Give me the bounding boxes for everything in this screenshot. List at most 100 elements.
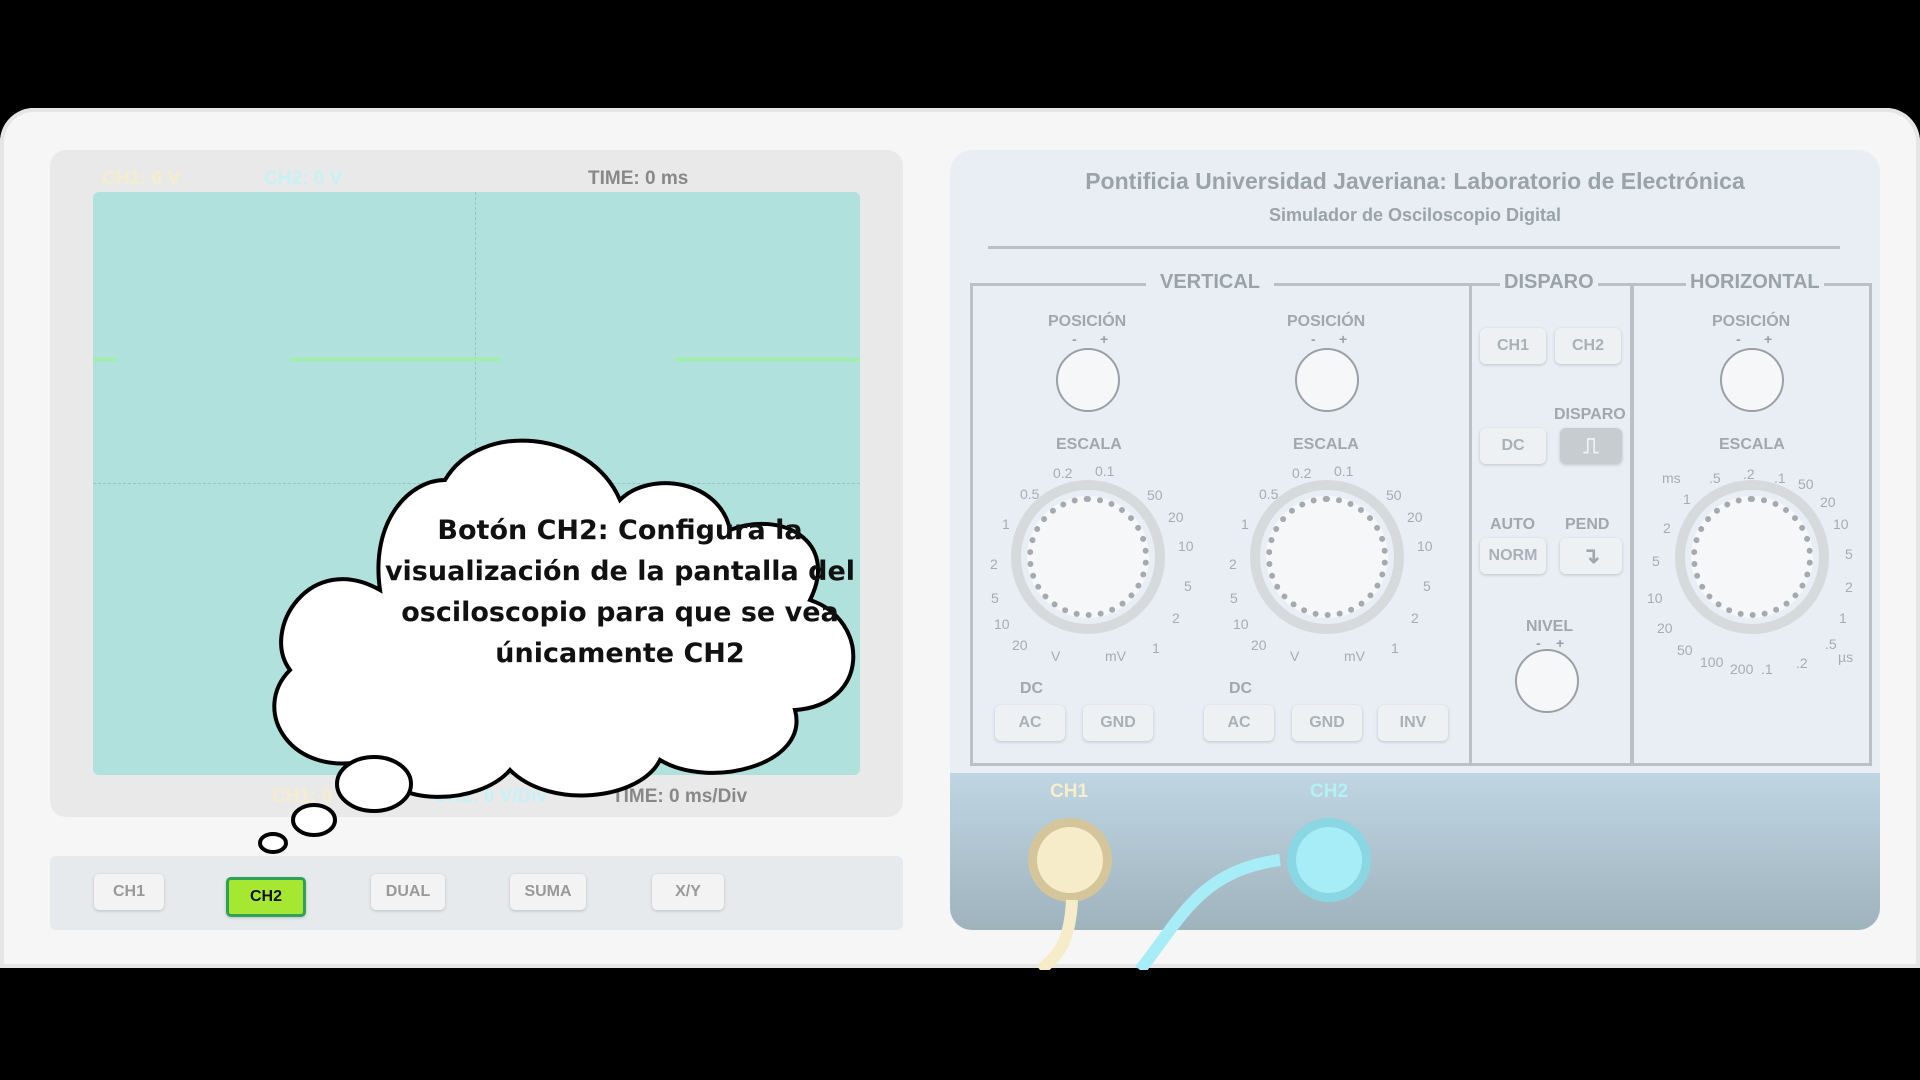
ch2-trace-segment [93,358,118,361]
ch2-scale-tick: 20 [1407,509,1423,525]
time-scale-tick: .2 [1796,655,1808,671]
time-scale-tick: 100 [1700,654,1724,670]
time-scale-tick: 1 [1839,610,1847,626]
time-scale-tick: .5 [1825,636,1837,652]
ch2-position-label: POSICIÓN [1287,313,1366,330]
time-scale-tick: .5 [1709,470,1721,486]
ch2-scale-tick: 20 [1251,637,1267,653]
ch2-volt-unit: V [1290,648,1300,664]
ch1-scale-tick: 0.2 [1053,465,1073,481]
ch2-gnd-button[interactable]: GND [1292,705,1362,741]
time-scale-tick: 50 [1798,476,1814,492]
ch2-scale-tick: 5 [1423,578,1431,594]
ch1-connector-label: CH1 [1050,781,1089,802]
ch1-position-knob[interactable] [1056,348,1120,412]
time-readout: TIME: 0 ms [588,168,689,189]
xy-mode-button[interactable]: X/Y [652,874,724,910]
rising-edge-icon[interactable]: ⎍ [1560,428,1622,464]
horizontal-position-knob[interactable] [1720,348,1784,412]
nivel-label: NIVEL [1526,618,1574,635]
ch2-probe-cable [1135,854,1281,970]
time-scale-tick: 2 [1663,520,1671,536]
millisecond-unit: ms [1662,470,1681,486]
title-divider [988,246,1840,249]
ch1-scale-knob[interactable] [1027,496,1149,618]
plus-sign: + [1764,331,1773,347]
ch1-scale-tick: 1 [1002,516,1010,532]
panel-subtitle: Simulador de Osciloscopio Digital [1268,205,1562,225]
plus-sign: + [1339,331,1348,347]
falling-edge-icon[interactable]: ↴ [1560,538,1622,574]
trigger-dc-button[interactable]: DC [1480,428,1546,464]
ch2-scale-tick: 10 [1417,538,1433,554]
ch2-voltage-readout: CH2: 0 V [264,168,343,189]
time-scale-tick: 20 [1820,494,1836,510]
display-mode-bar [50,856,903,930]
ch1-voltage-readout: CH1: 0 V [102,168,181,189]
ch2-scale-tick: 5 [1230,590,1238,606]
ch1-scale-tick: 20 [1012,637,1028,653]
trigger-ch1-button[interactable]: CH1 [1480,328,1546,364]
ch1-scale-tick: 0.1 [1095,463,1115,479]
ch1-scale-tick: 20 [1168,509,1184,525]
time-scale-tick: 1 [1683,491,1691,507]
trigger-ch2-button[interactable]: CH2 [1555,328,1621,364]
time-scale-tick: 2 [1845,579,1853,595]
control-panel: Pontificia Universidad Javeriana: Labora… [950,150,1880,930]
time-scale-tick: 10 [1833,516,1849,532]
ch1-scale-tick: 5 [1184,578,1192,594]
time-scale-tick: 50 [1677,642,1693,658]
horizontal-label: HORIZONTAL [1686,271,1824,294]
trigger-norm-button[interactable]: NORM [1480,538,1546,574]
minus-sign: - [1072,331,1077,347]
vertical-label: VERTICAL [1146,271,1274,294]
ch2-scale-tick: 0.5 [1259,486,1279,502]
ch1-scale-tick: 2 [990,556,998,572]
minus-sign: - [1311,331,1316,347]
ch1-scale-tick: 0.5 [1020,486,1040,502]
ch1-probe-cable [1036,899,1078,970]
suma-mode-button[interactable]: SUMA [510,874,586,910]
ch2-mode-button[interactable]: CH2 [226,877,306,917]
ch1-scale-tick: 10 [1178,538,1194,554]
probe-cables [1036,854,1281,970]
time-scale-tick: 20 [1657,620,1673,636]
ch1-ac-button[interactable]: AC [995,705,1065,741]
ch1-position-label: POSICIÓN [1048,313,1127,330]
ch1-scale-label: ESCALA [1056,436,1122,453]
trigger-slope-label: DISPARO [1554,406,1626,423]
minus-sign: - [1736,331,1741,347]
time-scale-tick: .1 [1774,470,1786,486]
ch1-mode-button[interactable]: CH1 [94,874,164,910]
horizontal-scale-knob[interactable] [1691,496,1813,618]
ch2-scale-tick: 1 [1241,516,1249,532]
microsecond-unit: µs [1838,649,1854,665]
time-scale-tick: 5 [1652,553,1660,569]
plus-sign: + [1100,331,1109,347]
disparo-label: DISPARO [1500,271,1598,294]
ch2-scale-tick: 50 [1386,487,1402,503]
ch2-scale-tick: 2 [1229,556,1237,572]
ch1-scale-tick: 1 [1152,640,1160,656]
ch2-scale-tick: 1 [1391,640,1399,656]
ch2-inv-button[interactable]: INV [1378,705,1448,741]
ch2-position-knob[interactable] [1295,348,1359,412]
ch2-scale-tick: 0.1 [1334,463,1354,479]
ch1-scale-tick: 2 [1172,610,1180,626]
horizontal-scale-label: ESCALA [1719,436,1785,453]
ch2-scale-label: ESCALA [1293,436,1359,453]
ch2-scale-knob[interactable] [1266,496,1388,618]
ch2-trace-segment [290,358,501,361]
time-scale-tick: 5 [1845,546,1853,562]
ch1-millivolt-unit: mV [1105,648,1126,664]
trigger-level-knob[interactable] [1515,649,1579,713]
horizontal-position-label: POSICIÓN [1712,313,1791,330]
ch2-scale-tick: 10 [1233,616,1249,632]
ch1-gnd-button[interactable]: GND [1083,705,1153,741]
ch2-ac-button[interactable]: AC [1204,705,1274,741]
time-scale-tick: 10 [1647,590,1663,606]
time-scale-tick: 200 [1730,661,1754,677]
auto-label: AUTO [1490,516,1536,533]
dual-mode-button[interactable]: DUAL [371,874,445,910]
pend-label: PEND [1565,516,1610,533]
